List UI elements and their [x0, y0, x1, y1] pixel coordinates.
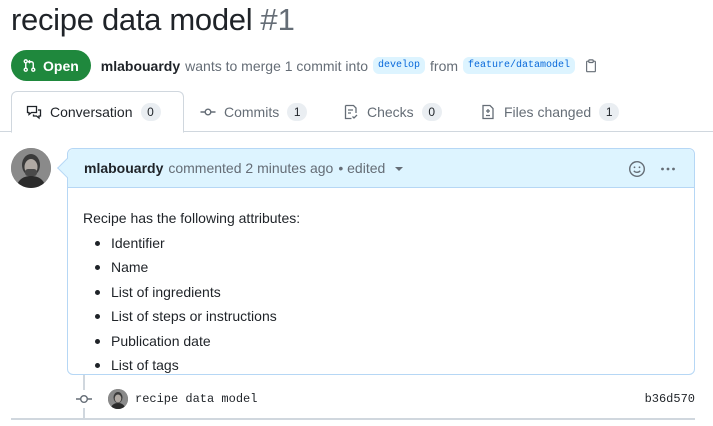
- tab-commits[interactable]: Commits 1: [186, 91, 321, 132]
- avatar[interactable]: [11, 148, 51, 188]
- git-commit-icon: [200, 107, 216, 115]
- comment-body: Recipe has the following attributes: Ide…: [68, 188, 694, 394]
- checklist-icon: [344, 104, 358, 119]
- tab-checks[interactable]: Checks 0: [329, 91, 456, 132]
- commit-sha-link[interactable]: b36d570: [645, 392, 695, 406]
- tab-label: Checks: [367, 103, 414, 120]
- list-item: Identifier: [95, 231, 679, 256]
- merge-text: wants to merge 1 commit into: [185, 57, 368, 74]
- list-item: Name: [95, 255, 679, 280]
- from-text: from: [430, 57, 459, 74]
- attribute-list: Identifier Name List of ingredients List…: [83, 231, 679, 378]
- tab-label: Commits: [224, 103, 280, 120]
- commit-avatar[interactable]: [108, 389, 128, 409]
- file-diff-icon: [482, 104, 494, 119]
- list-item: List of ingredients: [95, 280, 679, 305]
- list-item: List of steps or instructions: [95, 304, 679, 329]
- edited-label[interactable]: • edited: [338, 160, 385, 176]
- state-badge: Open: [11, 50, 91, 81]
- list-item: Publication date: [95, 329, 679, 354]
- tab-conversation[interactable]: Conversation 0: [11, 91, 184, 133]
- comment-intro: Recipe has the following attributes:: [83, 210, 301, 226]
- user-avatar-icon: [108, 389, 128, 409]
- tab-label: Files changed: [504, 103, 592, 120]
- user-avatar-icon: [11, 148, 51, 188]
- comment-box: mlabouardy commented 2 minutes ago • edi…: [57, 148, 695, 375]
- tab-label: Conversation: [50, 104, 133, 120]
- copy-icon[interactable]: [584, 58, 598, 73]
- commit-message-link[interactable]: recipe data model: [135, 392, 257, 406]
- comment-timestamp[interactable]: commented 2 minutes ago: [168, 160, 333, 176]
- tab-counter: 0: [421, 102, 442, 121]
- pr-author-link[interactable]: mlabouardy: [101, 58, 180, 74]
- kebab-horizontal-icon[interactable]: [659, 160, 677, 178]
- commit-row: recipe data model b36d570: [75, 388, 695, 410]
- pr-title-row: recipe data model #1: [11, 2, 295, 42]
- tab-files-changed[interactable]: Files changed 1: [466, 91, 633, 132]
- tab-counter: 0: [140, 103, 161, 121]
- divider: [11, 418, 695, 420]
- comment-author-link[interactable]: mlabouardy: [84, 160, 163, 176]
- comment-discussion-icon: [26, 105, 42, 120]
- pr-meta: Open mlabouardy wants to merge 1 commit …: [11, 50, 598, 81]
- pr-tabs: Conversation 0 Commits 1 Checks 0 Files …: [0, 91, 713, 133]
- base-branch[interactable]: develop: [373, 57, 426, 74]
- state-label: Open: [43, 57, 79, 74]
- smiley-icon[interactable]: [628, 160, 646, 178]
- comment-header: mlabouardy commented 2 minutes ago • edi…: [68, 149, 694, 188]
- pr-number: #1: [260, 2, 295, 37]
- git-pull-request-icon: [23, 59, 36, 72]
- tab-counter: 1: [599, 102, 620, 121]
- chevron-down-icon[interactable]: [395, 167, 404, 171]
- list-item: List of tags: [95, 353, 679, 378]
- head-branch[interactable]: feature/datamodel: [463, 57, 576, 74]
- git-commit-icon: [75, 390, 93, 408]
- pr-title: recipe data model: [11, 2, 253, 37]
- tab-counter: 1: [287, 102, 308, 121]
